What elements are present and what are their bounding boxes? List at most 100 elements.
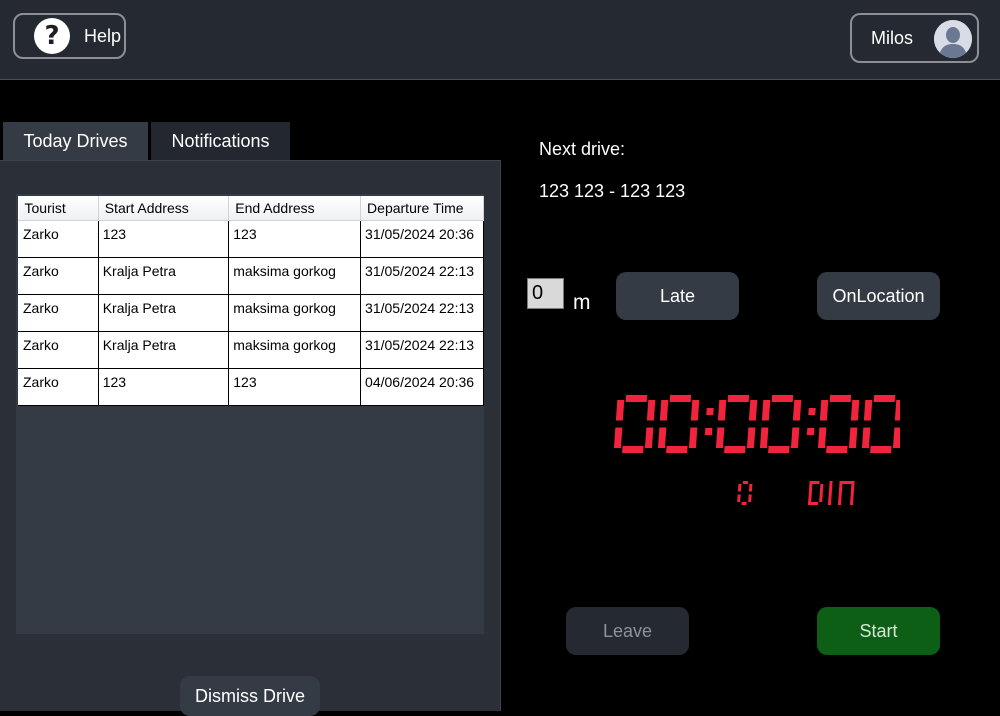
currency-letter <box>837 481 855 505</box>
top-bar: ? Help Milos <box>0 0 1000 80</box>
segment-a <box>873 395 896 402</box>
dismiss-drive-button[interactable]: Dismiss Drive <box>180 676 320 716</box>
segment-b <box>894 400 900 421</box>
start-address-cell[interactable]: Kralja Petra <box>97 331 230 369</box>
leave-button[interactable]: Leave <box>566 607 689 655</box>
colon-dot <box>706 408 714 415</box>
fare-digit <box>737 481 753 505</box>
minutes-unit-label: m <box>573 291 591 314</box>
departure-time-cell[interactable]: 31/05/2024 20:36 <box>360 220 484 258</box>
start-button[interactable]: Start <box>817 607 940 655</box>
currency-letter <box>807 481 824 505</box>
table-row[interactable]: Zarko Kralja Petra maksima gorkog 31/05/… <box>18 331 484 369</box>
tab-today-drives[interactable]: Today Drives <box>3 122 148 160</box>
timer-digit <box>613 395 656 453</box>
column-header-tourist[interactable]: Tourist <box>18 196 99 221</box>
tourist-cell[interactable]: Zarko <box>18 220 99 258</box>
tourist-cell[interactable]: Zarko <box>18 331 99 369</box>
start-address-cell[interactable]: 123 <box>97 220 230 258</box>
drives-grid: Tourist Start Address End Address Depart… <box>16 194 484 634</box>
segment-f <box>737 484 742 492</box>
colon-dot <box>704 428 713 435</box>
segment-d <box>622 446 644 453</box>
user-name: Milos <box>871 27 914 48</box>
departure-time-cell[interactable]: 04/06/2024 20:36 <box>360 368 484 406</box>
timer-colon <box>704 408 714 435</box>
next-drive-label: Next drive: <box>539 139 626 159</box>
segment-c <box>892 427 900 448</box>
end-address-cell[interactable]: maksima gorkog <box>228 331 362 369</box>
colon-dot <box>808 408 816 415</box>
timer-digit <box>759 395 802 453</box>
segment-d <box>826 446 848 453</box>
segment-c <box>748 494 752 502</box>
timer-digit <box>715 395 758 453</box>
segment-d <box>724 446 746 453</box>
column-header-start-address[interactable]: Start Address <box>98 196 230 221</box>
table-header-row: Tourist Start Address End Address Depart… <box>18 196 484 221</box>
help-button[interactable]: ? Help <box>13 13 126 59</box>
segment-f <box>659 400 669 421</box>
table-row[interactable]: Zarko Kralja Petra maksima gorkog 31/05/… <box>18 257 484 295</box>
ride-timer-display <box>613 395 900 505</box>
start-address-cell[interactable]: 123 <box>97 368 230 406</box>
departure-time-cell[interactable]: 31/05/2024 22:13 <box>360 331 484 369</box>
segment-a <box>771 395 794 402</box>
start-address-cell[interactable]: Kralja Petra <box>97 294 230 332</box>
segment-a <box>727 395 750 402</box>
end-address-cell[interactable]: maksima gorkog <box>228 294 362 332</box>
timer-digit <box>817 395 860 453</box>
late-minutes-input[interactable] <box>527 278 564 309</box>
fare-currency <box>807 481 855 505</box>
segment-a <box>742 481 749 484</box>
segment-c <box>790 427 800 448</box>
segment-f <box>717 400 727 421</box>
end-address-cell[interactable]: maksima gorkog <box>228 257 362 295</box>
segment-b <box>748 484 753 492</box>
segment-c <box>746 427 756 448</box>
ride-timer <box>613 395 900 453</box>
segment-f <box>863 400 873 421</box>
table-row[interactable]: Zarko Kralja Petra maksima gorkog 31/05/… <box>18 294 484 332</box>
segment-a <box>669 395 692 402</box>
departure-time-cell[interactable]: 31/05/2024 22:13 <box>360 257 484 295</box>
segment-f <box>615 400 625 421</box>
segment-d <box>870 446 892 453</box>
drives-table: Tourist Start Address End Address Depart… <box>18 196 484 406</box>
next-drive-value: 123 123 - 123 123 <box>539 181 686 201</box>
segment-c <box>848 427 858 448</box>
segment-b <box>850 400 860 421</box>
tab-notifications[interactable]: Notifications <box>151 122 290 160</box>
fare-amount <box>737 481 753 505</box>
segment-e <box>613 427 623 448</box>
timer-digit <box>861 395 900 453</box>
segment-e <box>861 427 871 448</box>
table-row[interactable]: Zarko 123 123 31/05/2024 20:36 <box>18 220 484 258</box>
segment-e <box>657 427 667 448</box>
tourist-cell[interactable]: Zarko <box>18 257 99 295</box>
table-row[interactable]: Zarko 123 123 04/06/2024 20:36 <box>18 368 484 406</box>
tourist-cell[interactable]: Zarko <box>18 294 99 332</box>
timer-digit <box>657 395 700 453</box>
start-address-cell[interactable]: Kralja Petra <box>97 257 230 295</box>
segment-b <box>748 400 758 421</box>
segment-c <box>688 427 698 448</box>
segment-a <box>625 395 648 402</box>
on-location-button[interactable]: OnLocation <box>817 272 940 320</box>
help-label: Help <box>84 25 122 46</box>
question-circle-icon: ? <box>34 18 70 54</box>
end-address-cell[interactable]: 123 <box>228 368 362 406</box>
segment-d <box>666 446 688 453</box>
segment-b <box>646 400 656 421</box>
column-header-departure-time[interactable]: Departure Time <box>360 196 484 221</box>
colon-dot <box>806 428 815 435</box>
user-profile-button[interactable]: Milos <box>850 13 979 63</box>
end-address-cell[interactable]: 123 <box>228 220 362 258</box>
timer-colon <box>806 408 816 435</box>
column-header-end-address[interactable]: End Address <box>228 196 362 221</box>
late-button[interactable]: Late <box>616 272 739 320</box>
departure-time-cell[interactable]: 31/05/2024 22:13 <box>360 294 484 332</box>
segment-f <box>761 400 771 421</box>
tourist-cell[interactable]: Zarko <box>18 368 99 406</box>
segment-e <box>817 427 827 448</box>
